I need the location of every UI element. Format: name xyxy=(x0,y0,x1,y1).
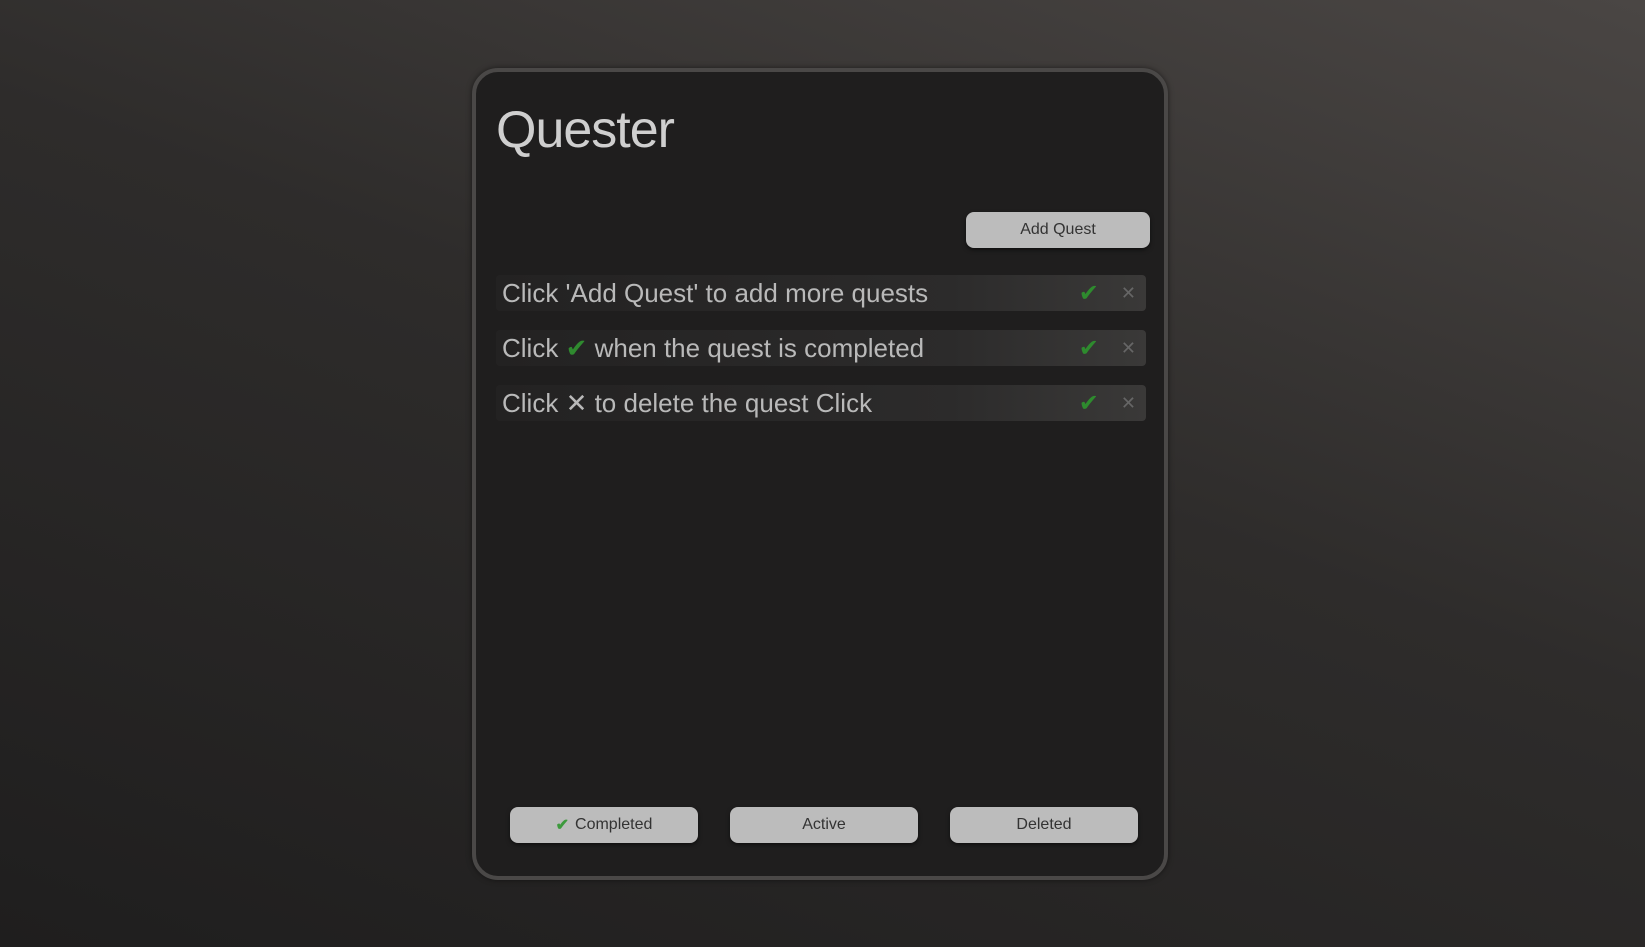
add-quest-button[interactable]: Add Quest xyxy=(966,212,1150,248)
delete-icon[interactable]: ✕ xyxy=(1121,283,1136,304)
quest-row[interactable]: Click ✔ when the quest is completed ✔ ✕ xyxy=(496,330,1146,366)
deleted-button[interactable]: Deleted xyxy=(950,807,1138,843)
quest-text-post: to delete the quest Click xyxy=(587,387,873,418)
delete-icon[interactable]: ✕ xyxy=(1121,393,1136,414)
quest-row[interactable]: Click ✕ to delete the quest Click ✔ ✕ xyxy=(496,385,1146,421)
quest-text: Click 'Add Quest' to add more quests xyxy=(502,277,929,308)
completed-button[interactable]: ✔ Completed xyxy=(510,807,698,843)
quest-text-pre: Click xyxy=(502,387,566,418)
check-icon: ✔ xyxy=(565,332,588,363)
quest-text: Click ✕ to delete the quest Click xyxy=(496,388,1079,419)
quest-text-post: when the quest is completed xyxy=(587,332,925,363)
check-icon: ✔ xyxy=(555,817,570,834)
quest-row[interactable]: Click 'Add Quest' to add more quests ✔ ✕ xyxy=(496,275,1146,311)
app-title: Quester xyxy=(496,101,675,159)
completed-label: Completed xyxy=(575,816,653,833)
quest-text: Click ✔ when the quest is completed xyxy=(496,333,1079,364)
quest-text-pre: Click xyxy=(502,332,566,363)
delete-icon[interactable]: ✕ xyxy=(1121,338,1136,359)
quester-panel: Quester Add Quest Click 'Add Quest' to a… xyxy=(472,68,1168,880)
x-icon: ✕ xyxy=(565,387,588,418)
complete-icon[interactable]: ✔ xyxy=(1079,279,1099,308)
active-button[interactable]: Active xyxy=(730,807,918,843)
complete-icon[interactable]: ✔ xyxy=(1079,334,1099,363)
complete-icon[interactable]: ✔ xyxy=(1079,389,1099,418)
